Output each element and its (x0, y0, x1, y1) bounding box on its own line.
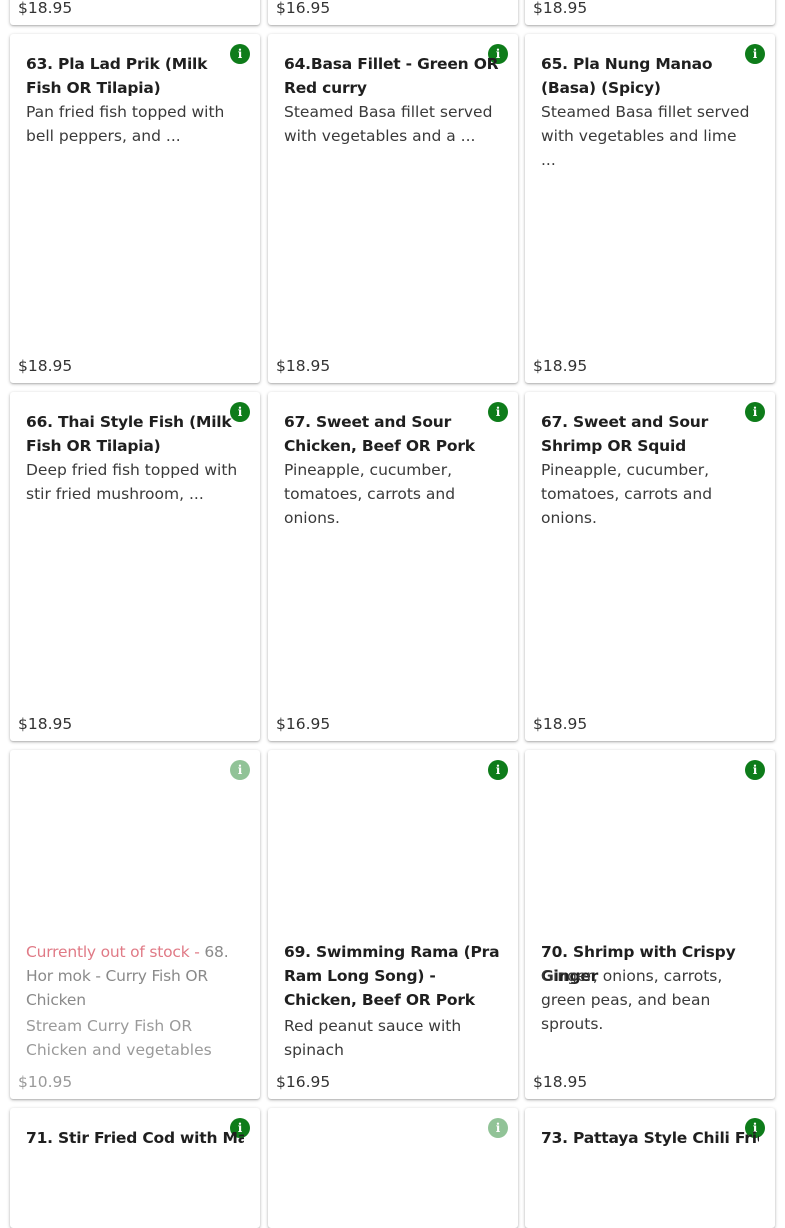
info-icon[interactable]: i (488, 1118, 508, 1138)
item-price: $16.95 (276, 1073, 331, 1091)
item-price: $18.95 (18, 715, 73, 733)
item-description: Ginger, onions, carrots, green peas, and… (541, 967, 723, 1033)
item-price: $18.95 (18, 0, 73, 17)
menu-item-card-67-shrimp[interactable]: i 67. Sweet and Sour Shrimp OR Squid Pin… (525, 392, 775, 741)
item-price: $18.95 (18, 357, 73, 375)
item-price: $18.95 (533, 715, 588, 733)
item-title: 67. Sweet and Sour Chicken, Beef OR Pork (284, 413, 475, 455)
item-title: 73. Pattaya Style Chili Fried (541, 1129, 759, 1147)
item-title: 66. Thai Style Fish (Milk Fish OR Tilapi… (26, 413, 232, 455)
item-title: 69. Swimming Rama (Pra Ram Long Song) - … (284, 943, 500, 1009)
item-price: $18.95 (533, 0, 588, 17)
item-price: $18.95 (276, 357, 331, 375)
menu-item-card-70[interactable]: i 70. Shrimp with Crispy Ginger Ginger, … (525, 750, 775, 1099)
item-description: Stream Curry Fish OR Chicken and vegetab… (26, 1017, 212, 1059)
menu-item-card[interactable]: $18.95 (10, 0, 260, 25)
info-icon[interactable]: i (745, 760, 765, 780)
item-price: $16.95 (276, 715, 331, 733)
item-description: Pan fried fish topped with bell peppers,… (26, 103, 225, 145)
menu-item-card-64[interactable]: i 64.Basa Fillet - Green OR Red curry St… (268, 34, 518, 383)
info-icon[interactable]: i (230, 760, 250, 780)
item-title: 67. Sweet and Sour Shrimp OR Squid (541, 413, 709, 455)
menu-item-card[interactable]: $16.95 (268, 0, 518, 25)
item-title-wrap: Currently out of stock - 68. Hor mok - C… (26, 940, 244, 1012)
item-title: 65. Pla Nung Manao (Basa) (Spicy) (541, 55, 713, 97)
menu-item-card-72[interactable]: i (268, 1108, 518, 1228)
menu-item-card-69[interactable]: i 69. Swimming Rama (Pra Ram Long Song) … (268, 750, 518, 1099)
menu-item-card-71[interactable]: i 71. Stir Fried Cod with Mango (10, 1108, 260, 1228)
item-description: Pineapple, cucumber, tomatoes, carrots a… (284, 461, 456, 527)
menu-item-card-68[interactable]: i Currently out of stock - 68. Hor mok -… (10, 750, 260, 1099)
item-title: 64.Basa Fillet - Green OR Red curry (284, 55, 499, 97)
menu-item-card-66[interactable]: i 66. Thai Style Fish (Milk Fish OR Tila… (10, 392, 260, 741)
item-description: Steamed Basa fillet served with vegetabl… (541, 103, 750, 169)
item-description: Red peanut sauce with spinach (284, 1017, 462, 1059)
item-description: Pineapple, cucumber, tomatoes, carrots a… (541, 461, 713, 527)
item-price: $18.95 (533, 357, 588, 375)
info-icon[interactable]: i (488, 760, 508, 780)
menu-item-card-65[interactable]: i 65. Pla Nung Manao (Basa) (Spicy) Stea… (525, 34, 775, 383)
out-of-stock-label: Currently out of stock - (26, 943, 205, 961)
item-price: $10.95 (18, 1073, 73, 1091)
item-description: Steamed Basa fillet served with vegetabl… (284, 103, 493, 145)
menu-item-card-73[interactable]: i 73. Pattaya Style Chili Fried (525, 1108, 775, 1228)
menu-item-card-67-chicken[interactable]: i 67. Sweet and Sour Chicken, Beef OR Po… (268, 392, 518, 741)
item-description: Deep fried fish topped with stir fried m… (26, 461, 238, 503)
item-title: 71. Stir Fried Cod with Mango (26, 1129, 244, 1147)
item-price: $18.95 (533, 1073, 588, 1091)
item-title: 63. Pla Lad Prik (Milk Fish OR Tilapia) (26, 55, 208, 97)
item-price: $16.95 (276, 0, 331, 17)
menu-item-card-63[interactable]: i 63. Pla Lad Prik (Milk Fish OR Tilapia… (10, 34, 260, 383)
menu-item-card[interactable]: $18.95 (525, 0, 775, 25)
